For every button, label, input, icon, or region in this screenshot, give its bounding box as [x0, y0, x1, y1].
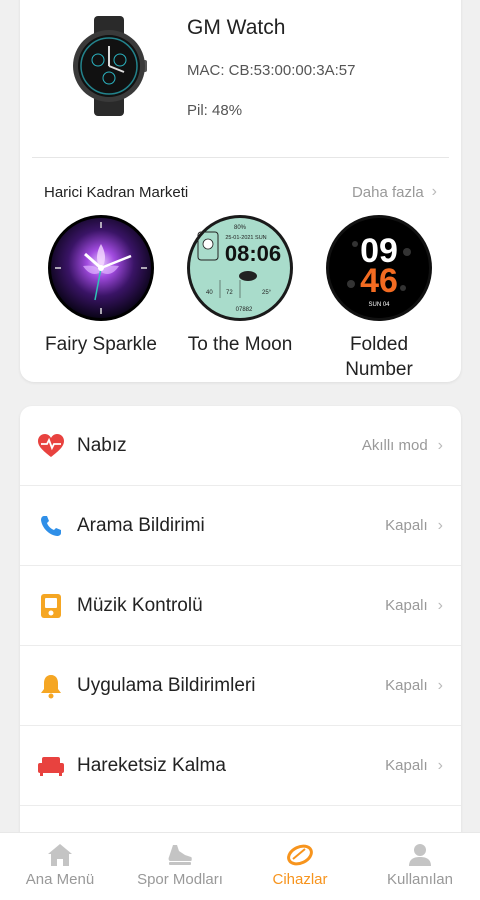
- chevron-right-icon: ›: [437, 596, 443, 614]
- settings-label: Hareketsiz Kalma: [77, 754, 226, 776]
- watch-face-folded-number[interactable]: 09 46 SUN 04 Folded Number: [323, 214, 435, 382]
- nav-item-devices[interactable]: Cihazlar: [240, 833, 360, 900]
- nav-label: Cihazlar: [272, 871, 328, 888]
- watch-face-fairy-sparkle[interactable]: Fairy Sparkle: [45, 214, 157, 357]
- settings-label: Müzik Kontrolü: [77, 594, 203, 616]
- music-player-icon: [37, 592, 65, 620]
- chevron-right-icon: ›: [431, 183, 437, 200]
- chevron-right-icon: ›: [437, 436, 443, 454]
- folded-number-thumbnail: 09 46 SUN 04: [326, 215, 432, 321]
- to-the-moon-thumbnail: 80% 25-01-2021 SUN 08:06 40 72 25° 07882: [187, 215, 293, 321]
- bottom-navigation: Ana Menü Spor Modları Cihazlar Kullanıla…: [0, 832, 480, 900]
- settings-row-heart-rate[interactable]: Nabız Akıllı mod ›: [20, 406, 461, 486]
- device-name: GM Watch: [187, 16, 286, 39]
- nav-item-home[interactable]: Ana Menü: [0, 833, 120, 900]
- settings-label: Arama Bildirimi: [77, 514, 205, 536]
- folded-minute: 46: [360, 262, 398, 300]
- settings-list: Nabız Akıllı mod › Arama Bildirimi Kapal…: [20, 406, 461, 846]
- chevron-right-icon: ›: [437, 516, 443, 534]
- watch-band-icon: [287, 844, 313, 866]
- settings-label: Uygulama Bildirimleri: [77, 674, 256, 696]
- folded-day: SUN 04: [368, 302, 390, 308]
- moon-battery: 80%: [234, 225, 247, 231]
- settings-row-call-notification[interactable]: Arama Bildirimi Kapalı ›: [20, 486, 461, 566]
- chevron-right-icon: ›: [437, 756, 443, 774]
- phone-icon: [37, 512, 65, 540]
- fairy-sparkle-thumbnail: [48, 215, 154, 321]
- moon-weather: 40: [206, 290, 213, 296]
- watch-face-name: To the Moon: [187, 334, 293, 355]
- settings-value: Kapalı: [385, 597, 428, 614]
- settings-value: Akıllı mod: [361, 437, 428, 454]
- heart-rate-icon: [37, 432, 65, 460]
- settings-row-app-notifications[interactable]: Uygulama Bildirimleri Kapalı ›: [20, 646, 461, 726]
- user-icon: [409, 844, 431, 866]
- nav-label: Ana Menü: [25, 871, 95, 888]
- bell-icon: [37, 672, 65, 700]
- nav-item-sport-modes[interactable]: Spor Modları: [120, 833, 240, 900]
- settings-row-music-control[interactable]: Müzik Kontrolü Kapalı ›: [20, 566, 461, 646]
- moon-temp: 25°: [262, 290, 272, 296]
- market-title: Harici Kadran Marketi: [44, 184, 189, 201]
- settings-value: Kapalı: [385, 517, 428, 534]
- nav-label: Kullanılan: [387, 871, 453, 888]
- nav-label: Spor Modları: [137, 871, 223, 888]
- watch-face-name: Folded Number: [345, 334, 413, 380]
- divider: [32, 157, 449, 158]
- settings-value: Kapalı: [385, 677, 428, 694]
- device-card: GM Watch MAC: CB:53:00:00:3A:57 Pil: 48%…: [20, 0, 461, 382]
- watch-image: [70, 16, 148, 116]
- nav-item-user[interactable]: Kullanılan: [360, 833, 480, 900]
- watch-face-to-the-moon[interactable]: 80% 25-01-2021 SUN 08:06 40 72 25° 07882…: [184, 214, 296, 357]
- device-mac-address: MAC: CB:53:00:00:3A:57: [187, 62, 356, 79]
- home-icon: [48, 844, 72, 866]
- chevron-right-icon: ›: [437, 676, 443, 694]
- market-more-label: Daha fazla: [351, 183, 424, 201]
- watch-face-name: Fairy Sparkle: [45, 334, 157, 355]
- settings-row-sedentary-reminder[interactable]: Hareketsiz Kalma Kapalı ›: [20, 726, 461, 806]
- market-more-link[interactable]: Daha fazla ›: [352, 183, 437, 201]
- settings-label: Nabız: [77, 434, 127, 456]
- device-battery: Pil: 48%: [187, 102, 243, 119]
- settings-value: Kapalı: [385, 757, 428, 774]
- moon-heart-rate: 72: [226, 290, 233, 296]
- running-shoe-icon: [168, 845, 192, 865]
- moon-steps: 07882: [236, 307, 253, 313]
- moon-time: 08:06: [225, 241, 281, 266]
- sofa-icon: [37, 752, 65, 780]
